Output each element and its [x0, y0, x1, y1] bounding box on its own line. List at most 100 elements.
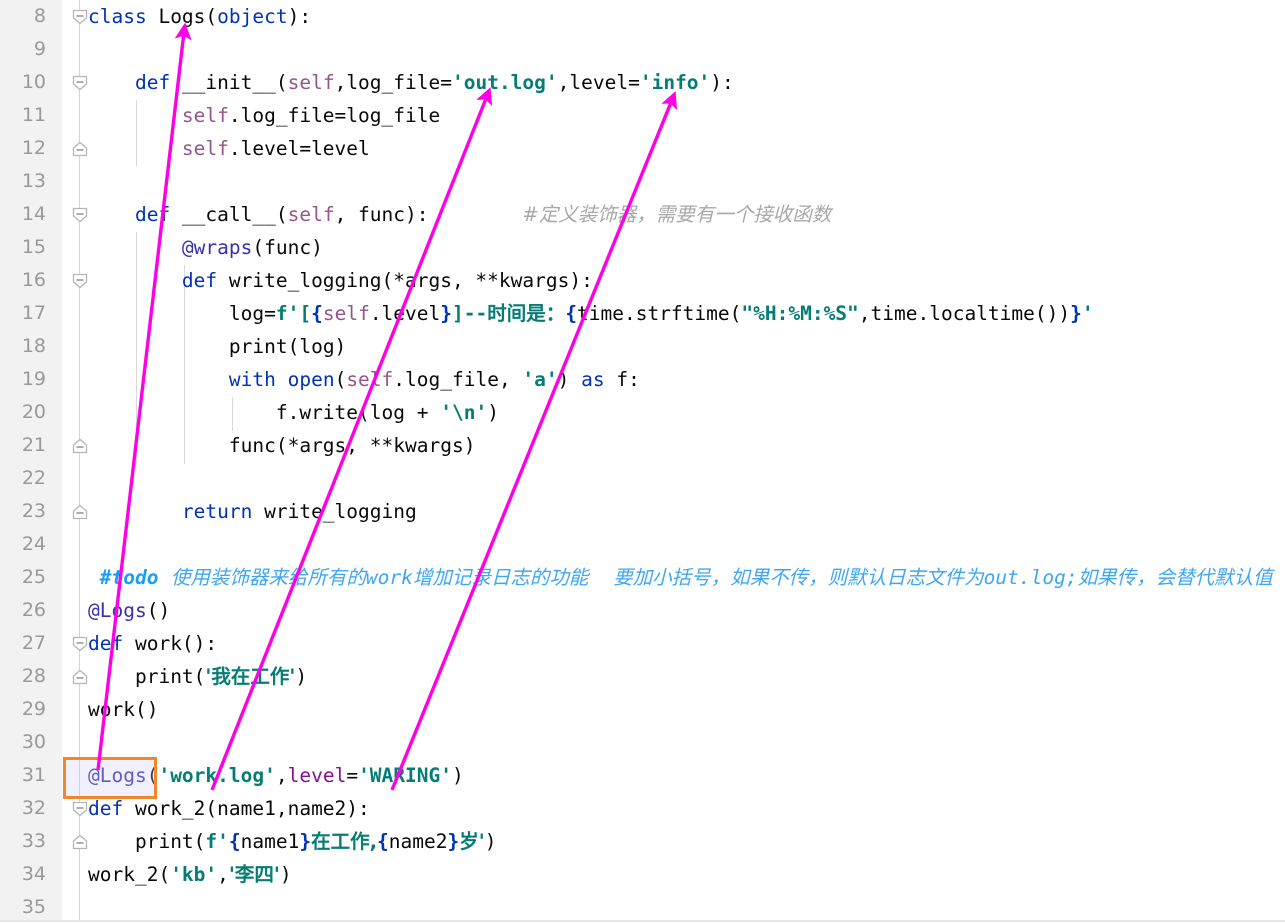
line-number: 22: [21, 467, 46, 489]
fold-end-icon[interactable]: [72, 141, 88, 157]
token-brace: }: [299, 830, 312, 853]
token-fn: (: [193, 830, 206, 853]
code-text[interactable]: #todo 使用装饰器来给所有的work增加记录日志的功能 要加小括号，如果不传…: [88, 561, 1273, 594]
code-text[interactable]: def write_logging(*args, **kwargs):: [88, 264, 593, 297]
code-text[interactable]: def work_2(name1,name2):: [88, 792, 370, 825]
code-editor[interactable]: 8 class Logs(object): 9 10 def __init__(sel…: [0, 0, 1285, 922]
code-line[interactable]: 21 func(*args, **kwargs): [0, 429, 1285, 462]
code-text[interactable]: func(*args, **kwargs): [88, 429, 476, 462]
code-text[interactable]: return write_logging: [88, 495, 417, 528]
line-number: 14: [21, 203, 46, 225]
code-text[interactable]: print(log): [88, 330, 346, 363]
token-fn: name1: [240, 830, 300, 853]
token-fn: f.write(log +: [275, 401, 441, 424]
code-text[interactable]: print('我在工作'): [88, 660, 307, 693]
token-fn: ): [487, 401, 499, 424]
code-line[interactable]: 28 print('我在工作'): [0, 660, 1285, 693]
code-line[interactable]: 13: [0, 165, 1285, 198]
code-line[interactable]: 14 def __call__(self, func): #定义装饰器，需要有一…: [0, 198, 1285, 231]
token-fn: .log_file,: [393, 368, 523, 391]
token-fn: ):: [710, 71, 734, 94]
token-todomono: work: [365, 566, 413, 589]
code-line[interactable]: 15 @wraps(func): [0, 231, 1285, 264]
fold-collapse-icon[interactable]: [72, 273, 88, 289]
line-number: 13: [21, 170, 46, 192]
fold-collapse-icon[interactable]: [72, 207, 88, 223]
code-line[interactable]: 29 work(): [0, 693, 1285, 726]
fold-collapse-icon[interactable]: [72, 636, 88, 652]
token-fn: ): [295, 665, 308, 688]
code-text[interactable]: work(): [88, 693, 158, 726]
code-text[interactable]: work_2('kb','李四'): [88, 858, 292, 891]
code-text[interactable]: @wraps(func): [88, 231, 323, 264]
token-str: ': [1081, 302, 1094, 325]
fold-collapse-icon[interactable]: [72, 75, 88, 91]
code-line[interactable]: 33 print(f'{name1}在工作,{name2}岁'): [0, 825, 1285, 858]
code-line[interactable]: 18 print(log): [0, 330, 1285, 363]
token-fn: (): [146, 599, 171, 622]
token-fn: Logs: [158, 5, 206, 28]
fold-end-icon[interactable]: [72, 504, 88, 520]
token-fn: print: [228, 335, 288, 358]
fold-collapse-icon[interactable]: [72, 801, 88, 817]
code-line[interactable]: 23 return write_logging: [0, 495, 1285, 528]
token-self: self: [322, 302, 370, 325]
code-text[interactable]: f.write(log + '\n'): [88, 396, 499, 429]
code-line[interactable]: 16 def write_logging(*args, **kwargs):: [0, 264, 1285, 297]
code-line[interactable]: 8 class Logs(object):: [0, 0, 1285, 33]
code-text[interactable]: log=f'[{self.level}]--时间是：{time.strftime…: [88, 297, 1094, 330]
line-number: 34: [21, 863, 46, 885]
token-fn: write_logging(*args, **kwargs):: [228, 269, 593, 292]
code-line[interactable]: 9: [0, 33, 1285, 66]
code-line[interactable]: 22: [0, 462, 1285, 495]
token-fn: log=: [228, 302, 276, 325]
code-text[interactable]: @Logs('work.log',level='WARING'): [88, 759, 464, 792]
line-number: 19: [21, 368, 46, 390]
code-line[interactable]: 26 @Logs(): [0, 594, 1285, 627]
code-text[interactable]: self.log_file=log_file: [88, 99, 440, 132]
code-line[interactable]: 32 def work_2(name1,name2):: [0, 792, 1285, 825]
fold-end-icon[interactable]: [72, 834, 88, 850]
code-line[interactable]: 12 self.level=level: [0, 132, 1285, 165]
code-lines[interactable]: 8 class Logs(object): 9 10 def __init__(sel…: [0, 0, 1285, 922]
code-text[interactable]: @Logs(): [88, 594, 170, 627]
fold-end-icon[interactable]: [72, 669, 88, 685]
code-line[interactable]: 24: [0, 528, 1285, 561]
code-line[interactable]: 31 @Logs('work.log',level='WARING'): [0, 759, 1285, 792]
token-cnstr: '我在工作': [205, 665, 296, 688]
code-line[interactable]: 20 f.write(log + '\n'): [0, 396, 1285, 429]
code-line[interactable]: 34 work_2('kb','李四'): [0, 858, 1285, 891]
token-kw: class: [88, 5, 159, 28]
token-str: 'kb': [170, 863, 218, 886]
token-fn: (: [146, 764, 159, 787]
code-text[interactable]: def work():: [88, 627, 217, 660]
code-line[interactable]: 17 log=f'[{self.level}]--时间是：{time.strft…: [0, 297, 1285, 330]
token-self: self: [287, 203, 335, 226]
token-todomono: out.log;: [983, 566, 1078, 589]
code-text[interactable]: print(f'{name1}在工作,{name2}岁'): [88, 825, 497, 858]
token-fn: __call__: [181, 203, 276, 226]
code-line[interactable]: 30: [0, 726, 1285, 759]
code-line[interactable]: 10 def __init__(self,log_file='out.log',…: [0, 66, 1285, 99]
code-line[interactable]: 25 #todo 使用装饰器来给所有的work增加记录日志的功能 要加小括号，如…: [0, 561, 1285, 594]
code-text[interactable]: class Logs(object):: [88, 0, 311, 33]
code-line[interactable]: 27 def work():: [0, 627, 1285, 660]
token-brace: {: [228, 830, 241, 853]
token-todotxt: 如果传，会替代默认值: [1077, 566, 1273, 589]
code-text[interactable]: def __call__(self, func): #定义装饰器，需要有一个接收…: [88, 198, 831, 231]
token-todotxt: 增加记录日志的功能: [412, 566, 589, 589]
fold-end-icon[interactable]: [72, 438, 88, 454]
line-number: 18: [21, 335, 46, 357]
token-deco: @wraps: [181, 236, 253, 259]
code-line[interactable]: 11 self.log_file=log_file: [0, 99, 1285, 132]
code-text[interactable]: def __init__(self,log_file='out.log',lev…: [88, 66, 734, 99]
line-number: 10: [21, 71, 46, 93]
token-fn: (: [193, 665, 206, 688]
fold-collapse-icon[interactable]: [72, 9, 88, 25]
token-fn: [88, 830, 135, 853]
token-fn: ,log_file=: [334, 71, 452, 94]
code-text[interactable]: self.level=level: [88, 132, 370, 165]
token-fn: [88, 137, 182, 160]
code-text[interactable]: with open(self.log_file, 'a') as f:: [88, 363, 640, 396]
code-line[interactable]: 19 with open(self.log_file, 'a') as f:: [0, 363, 1285, 396]
